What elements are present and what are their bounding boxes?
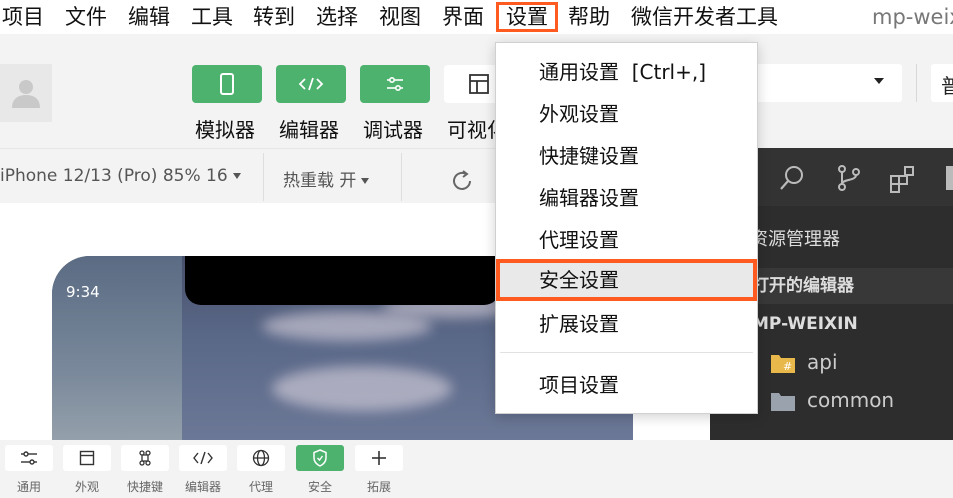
menu-select[interactable]: 选择 — [316, 2, 358, 32]
simulator-toggle-button[interactable] — [192, 65, 262, 103]
settings-tab-bar: 通用 外观 快捷键 编辑器 代理 安全 拓展 — [0, 440, 953, 498]
layout-icon — [469, 74, 489, 94]
menu-interface[interactable]: 界面 — [442, 2, 484, 32]
menu-item-label: 项目设置 — [539, 373, 619, 397]
menu-item-appearance-settings[interactable]: 外观设置 — [496, 94, 757, 134]
menu-item-label: 安全设置 — [539, 268, 619, 292]
tab-appearance-label: 外观 — [74, 480, 99, 494]
partial-toolbar-button[interactable]: 普 — [931, 64, 953, 102]
chevron-down-icon — [874, 78, 884, 84]
menu-item-extension-settings[interactable]: 扩展设置 — [496, 304, 757, 344]
toolbar: 模拟器 编辑器 调试器 可视化 普 — [0, 34, 953, 148]
tab-proxy-label: 代理 — [248, 480, 273, 494]
editor-label: 编辑器 — [279, 118, 339, 142]
search-icon[interactable] — [778, 164, 806, 192]
menu-separator — [500, 352, 753, 353]
editor-toggle-button[interactable] — [276, 65, 346, 103]
window-icon — [79, 450, 95, 466]
caret-down-icon — [232, 173, 241, 179]
menu-tools[interactable]: 工具 — [191, 2, 233, 32]
globe-icon — [252, 449, 270, 467]
menu-goto[interactable]: 转到 — [253, 2, 295, 32]
divider — [263, 153, 264, 201]
tab-general[interactable] — [5, 445, 53, 471]
folder-icon — [771, 393, 795, 411]
command-icon — [139, 450, 151, 466]
toolbar-divider — [916, 64, 917, 102]
plus-icon — [372, 451, 386, 465]
menu-item-shortcut: [Ctrl+,] — [631, 60, 707, 84]
hot-reload-toggle[interactable]: 热重载 开 — [283, 166, 370, 191]
sliders-icon — [21, 451, 37, 465]
menu-item-label: 扩展设置 — [539, 312, 619, 336]
status-time: 9:34 — [66, 283, 100, 301]
menu-settings[interactable]: 设置 — [496, 2, 558, 32]
source-control-icon[interactable] — [836, 164, 862, 192]
device-select-label: iPhone 12/13 (Pro) 85% 16 — [0, 166, 228, 186]
tab-shortcuts-label: 快捷键 — [126, 480, 163, 494]
menu-item-label: 快捷键设置 — [539, 144, 639, 168]
menu-help[interactable]: 帮助 — [568, 2, 610, 32]
hot-reload-label: 热重载 开 — [283, 171, 357, 191]
debugger-toggle-button[interactable] — [360, 65, 430, 103]
tab-editor-label: 编辑器 — [184, 480, 221, 494]
menu-edit[interactable]: 编辑 — [128, 2, 170, 32]
phone-notch — [185, 256, 500, 305]
menu-item-editor-settings[interactable]: 编辑器设置 — [496, 178, 757, 218]
sliders-icon — [387, 76, 403, 92]
avatar[interactable] — [0, 64, 52, 122]
explorer-title: 资源管理器 — [750, 229, 840, 250]
divider — [401, 153, 402, 201]
shield-icon — [313, 449, 327, 467]
tab-extensions[interactable] — [355, 445, 403, 471]
tree-item-label: common — [807, 388, 895, 412]
tab-editor[interactable] — [179, 445, 227, 471]
refresh-icon[interactable] — [449, 168, 475, 194]
partial-activity-icon — [946, 166, 953, 190]
compile-mode-select[interactable] — [740, 64, 902, 102]
menu-item-label: 代理设置 — [539, 228, 619, 252]
menu-item-label: 编辑器设置 — [539, 186, 639, 210]
tab-security-label: 安全 — [307, 480, 332, 494]
device-select[interactable]: iPhone 12/13 (Pro) 85% 16 — [0, 166, 241, 186]
tab-security[interactable] — [296, 445, 344, 471]
menu-item-shortcut-settings[interactable]: 快捷键设置 — [496, 136, 757, 176]
debugger-label: 调试器 — [363, 118, 423, 142]
svg-text:#: # — [783, 360, 792, 373]
menu-project[interactable]: 项目 — [2, 2, 44, 32]
user-icon — [12, 80, 40, 108]
partial-button-text: 普 — [941, 74, 953, 98]
phone-icon — [220, 73, 234, 95]
menubar: 项目 文件 编辑 工具 转到 选择 视图 界面 设置 帮助 微信开发者工具 mp… — [0, 0, 953, 34]
caret-down-icon — [361, 178, 370, 184]
app-title: mp-weix — [872, 5, 953, 29]
menu-item-label: 通用设置 — [539, 60, 619, 84]
code-icon — [193, 451, 213, 465]
cloud — [272, 366, 452, 411]
menu-item-general-settings[interactable]: 通用设置 [Ctrl+,] — [496, 52, 757, 92]
tab-proxy[interactable] — [237, 445, 285, 471]
folder-icon: # — [771, 355, 795, 373]
tab-general-label: 通用 — [16, 480, 41, 494]
tab-shortcuts[interactable] — [121, 445, 169, 471]
cloud — [262, 311, 432, 341]
menu-view[interactable]: 视图 — [379, 2, 421, 32]
extensions-icon[interactable] — [888, 164, 918, 194]
project-label: MP-WEIXIN — [752, 314, 858, 334]
menu-item-label: 外观设置 — [539, 102, 619, 126]
simulator-label: 模拟器 — [195, 118, 255, 142]
menu-file[interactable]: 文件 — [65, 2, 107, 32]
tab-appearance[interactable] — [63, 445, 111, 471]
code-icon — [298, 77, 324, 91]
tree-item-label: api — [807, 350, 838, 374]
menu-wechat-devtools[interactable]: 微信开发者工具 — [631, 2, 778, 32]
settings-dropdown-menu: 通用设置 [Ctrl+,] 外观设置 快捷键设置 编辑器设置 代理设置 安全设置… — [495, 42, 758, 414]
menu-item-security-settings[interactable]: 安全设置 — [496, 259, 757, 301]
menu-item-project-settings[interactable]: 项目设置 — [496, 365, 757, 405]
open-editors-label: 打开的编辑器 — [752, 276, 854, 296]
menu-item-proxy-settings[interactable]: 代理设置 — [496, 220, 757, 260]
tab-extensions-label: 拓展 — [366, 480, 391, 494]
